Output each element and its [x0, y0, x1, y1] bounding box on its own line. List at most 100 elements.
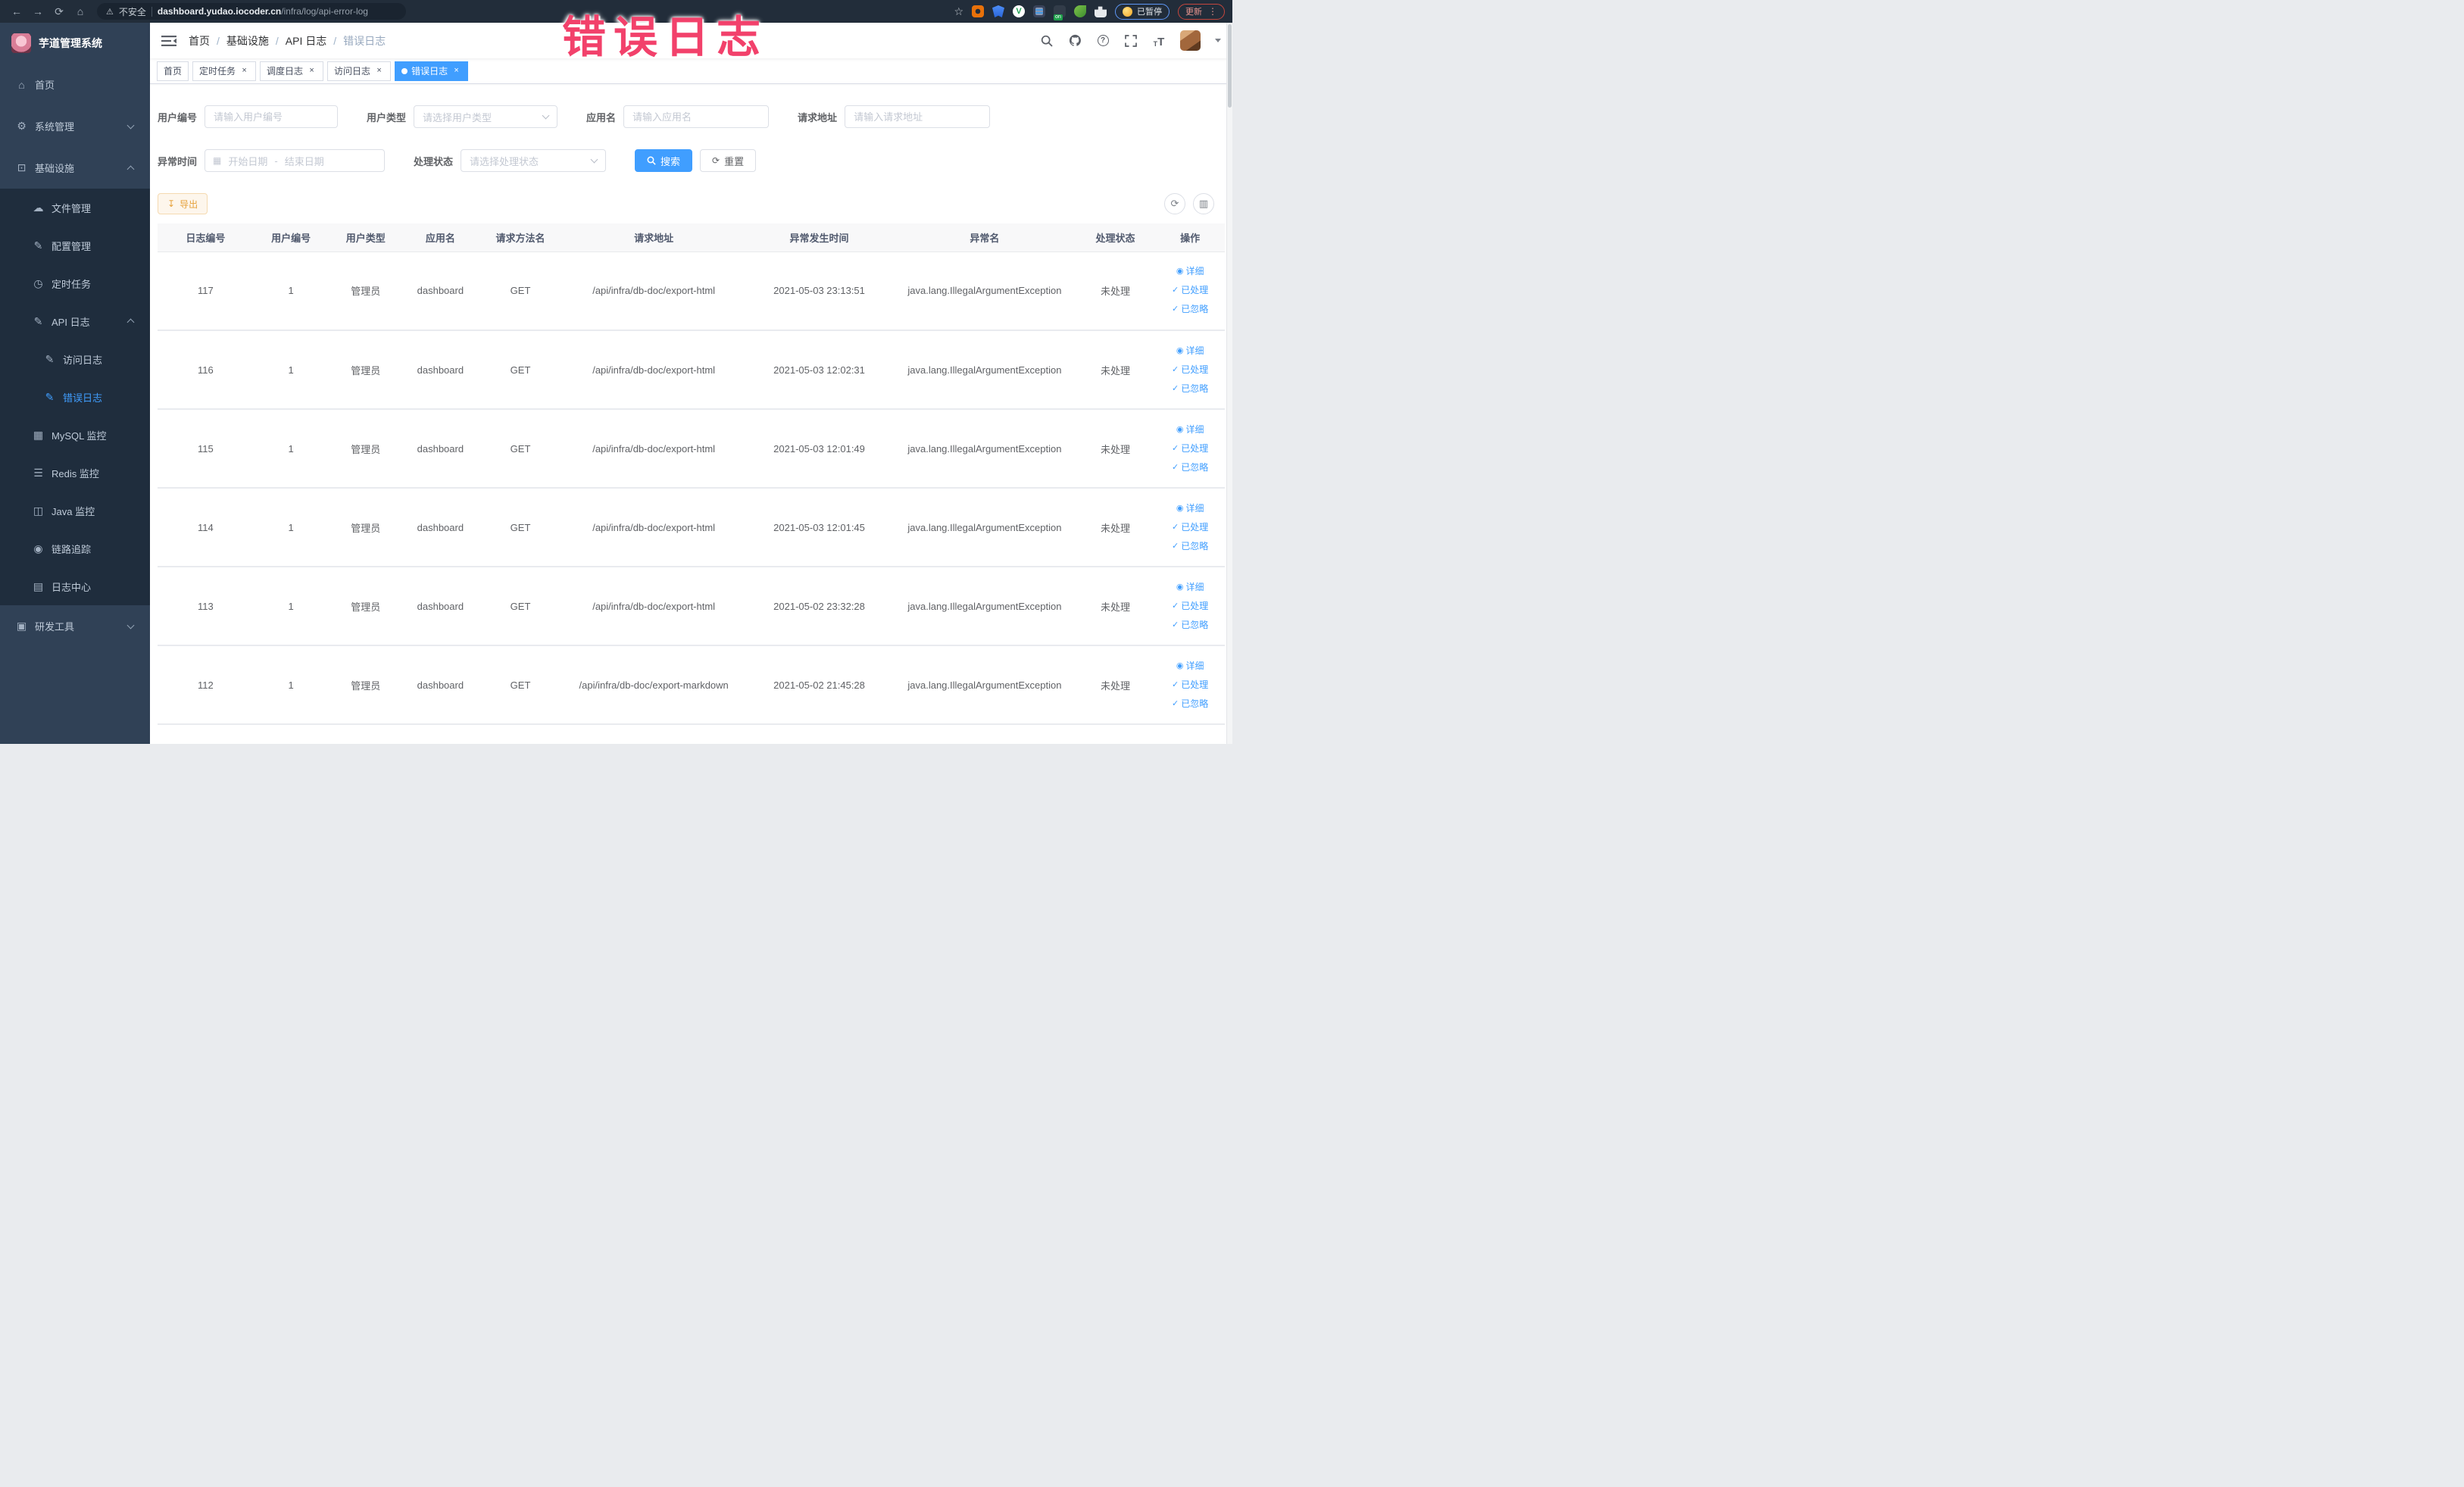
sidebar-item-file-manage[interactable]: ☁ 文件管理 [0, 189, 150, 226]
tab-item[interactable]: 定时任务 × [192, 61, 257, 81]
fullscreen-icon[interactable] [1124, 34, 1138, 48]
github-icon[interactable] [1068, 34, 1082, 48]
profile-paused-chip[interactable]: 已暂停 [1115, 3, 1170, 20]
sidebar-item-api-log[interactable]: ✎ API 日志 [0, 302, 150, 340]
breadcrumb-item[interactable]: 基础设施 [226, 33, 269, 48]
sidebar-logo[interactable]: 芋道管理系统 [0, 23, 150, 64]
action-processed-link[interactable]: ✓ 已处理 [1156, 281, 1224, 300]
action-detail-link[interactable]: ◉ 详细 [1156, 420, 1224, 439]
tab-label: 定时任务 [199, 66, 236, 77]
action-detail-link[interactable]: ◉ 详细 [1156, 262, 1224, 281]
action-processed-link[interactable]: ✓ 已处理 [1156, 439, 1224, 458]
sidebar-item-access-log[interactable]: ✎ 访问日志 [0, 340, 150, 378]
action-processed-link[interactable]: ✓ 已处理 [1156, 676, 1224, 695]
main-area: 首页 / 基础设施 / API 日志 / 错误日志 ? T T 首页 定时任务 … [150, 23, 1232, 744]
browser-back-icon[interactable]: ← [8, 2, 26, 20]
action-processed-link[interactable]: ✓ 已处理 [1156, 361, 1224, 380]
chevron-down-icon [542, 111, 550, 120]
extension-shield-icon[interactable] [992, 5, 1004, 17]
user-id-input[interactable] [205, 105, 339, 128]
search-icon [647, 156, 656, 165]
check-icon: ✓ [1172, 679, 1179, 689]
tab-item[interactable]: 首页 [157, 61, 189, 81]
breadcrumb-item[interactable]: API 日志 [286, 33, 326, 48]
tab-active-item[interactable]: 错误日志 × [395, 61, 469, 81]
tab-close-icon[interactable]: × [307, 66, 317, 76]
header-search-icon[interactable] [1040, 34, 1054, 48]
sidebar-item-scheduled-task[interactable]: ◷ 定时任务 [0, 264, 150, 302]
action-detail-link[interactable]: ◉ 详细 [1156, 499, 1224, 518]
action-ignored-link[interactable]: ✓ 已忽略 [1156, 616, 1224, 635]
reset-button[interactable]: ⟳ 重置 [700, 149, 757, 172]
access-log-icon: ✎ [45, 352, 55, 365]
extension-grid-icon[interactable] [1033, 5, 1045, 17]
extension-orange-icon[interactable] [972, 5, 984, 17]
export-button[interactable]: ↧ 导出 [158, 193, 208, 214]
process-status-select[interactable]: 请选择处理状态 [461, 149, 607, 172]
sidebar-item-system-manage[interactable]: ⚙ 系统管理 [0, 105, 150, 147]
docs-question-icon[interactable]: ? [1096, 34, 1110, 48]
user-type-placeholder: 请选择用户类型 [423, 111, 492, 123]
action-ignored-link[interactable]: ✓ 已忽略 [1156, 537, 1224, 556]
sidebar-item-redis-monitor[interactable]: ☰ Redis 监控 [0, 454, 150, 492]
date-range-picker[interactable]: ▦ 开始日期 - 结束日期 [205, 149, 386, 172]
sidebar-item-error-log[interactable]: ✎ 错误日志 [0, 378, 150, 416]
tab-close-icon[interactable]: × [239, 66, 249, 76]
bookmark-star-icon[interactable]: ☆ [954, 5, 963, 18]
action-processed-link[interactable]: ✓ 已处理 [1156, 597, 1224, 616]
browser-menu-icon[interactable]: ⋮ [1208, 6, 1217, 17]
action-detail-link[interactable]: ◉ 详细 [1156, 657, 1224, 676]
user-type-cell: 管理员 [328, 330, 404, 410]
browser-home-icon[interactable]: ⌂ [71, 2, 89, 20]
trace-icon: ◉ [33, 542, 43, 555]
security-label[interactable]: 不安全 [119, 5, 146, 18]
filter-user-id: 用户编号 [158, 105, 339, 128]
update-button[interactable]: 更新 ⋮ [1178, 3, 1225, 20]
log-id-cell: 116 [158, 330, 254, 410]
browser-reload-icon[interactable]: ⟳ [50, 2, 68, 20]
action-detail-link[interactable]: ◉ 详细 [1156, 578, 1224, 597]
extension-switch-icon[interactable]: on [1054, 5, 1066, 20]
avatar-caret-down-icon[interactable] [1215, 39, 1221, 45]
search-button[interactable]: 搜索 [635, 149, 693, 172]
sidebar-item-java-monitor[interactable]: ◫ Java 监控 [0, 492, 150, 530]
tab-item[interactable]: 调度日志 × [260, 61, 324, 81]
sidebar-item-log-center[interactable]: ▤ 日志中心 [0, 567, 150, 605]
action-detail-link[interactable]: ◉ 详细 [1156, 342, 1224, 361]
request-url-input[interactable] [845, 105, 991, 128]
tab-item[interactable]: 访问日志 × [327, 61, 392, 81]
breadcrumb-item[interactable]: 首页 [189, 33, 210, 48]
tab-close-icon[interactable]: × [451, 66, 461, 76]
action-ignored-link[interactable]: ✓ 已忽略 [1156, 458, 1224, 477]
action-processed-link[interactable]: ✓ 已处理 [1156, 518, 1224, 537]
action-ignored-link[interactable]: ✓ 已忽略 [1156, 380, 1224, 398]
user-type-select[interactable]: 请选择用户类型 [414, 105, 558, 128]
sidebar-item-mysql-monitor[interactable]: ▦ MySQL 监控 [0, 416, 150, 454]
window-scrollbar[interactable] [1226, 23, 1232, 744]
app-name-input[interactable] [623, 105, 770, 128]
mysql-monitor-icon: ▦ [33, 428, 44, 441]
column-settings-button[interactable]: ▥ [1193, 193, 1214, 214]
user-avatar[interactable] [1180, 30, 1201, 51]
action-label: 已忽略 [1181, 383, 1209, 394]
action-ignored-link[interactable]: ✓ 已忽略 [1156, 300, 1224, 319]
extensions-puzzle-icon[interactable] [1095, 6, 1107, 17]
check-icon: ✓ [1172, 383, 1179, 393]
scrollbar-thumb[interactable] [1228, 24, 1232, 108]
font-size-icon[interactable]: TT [1152, 34, 1166, 48]
address-bar[interactable]: ⚠ 不安全 dashboard.yudao.iocoder.cn/infra/l… [97, 3, 406, 20]
browser-forward-icon[interactable]: → [29, 2, 47, 20]
sidebar-item-config-manage[interactable]: ✎ 配置管理 [0, 226, 150, 264]
refresh-circle-button[interactable]: ⟳ [1164, 193, 1185, 214]
table-row: 116 1 管理员 dashboard GET/api/infra/db-doc/exp… [158, 330, 1225, 410]
sidebar-item-infrastructure[interactable]: ⊡ 基础设施 [0, 147, 150, 189]
extension-green-v-icon[interactable]: V [1013, 5, 1025, 17]
hamburger-icon[interactable] [161, 35, 176, 47]
sidebar-item-devtools[interactable]: ▣ 研发工具 [0, 605, 150, 647]
eye-icon: ◉ [1176, 267, 1184, 276]
action-ignored-link[interactable]: ✓ 已忽略 [1156, 695, 1224, 714]
extension-leaf-icon[interactable] [1074, 5, 1086, 17]
tab-close-icon[interactable]: × [374, 66, 384, 76]
sidebar-item-home[interactable]: ⌂ 首页 [0, 64, 150, 105]
sidebar-item-trace[interactable]: ◉ 链路追踪 [0, 530, 150, 567]
